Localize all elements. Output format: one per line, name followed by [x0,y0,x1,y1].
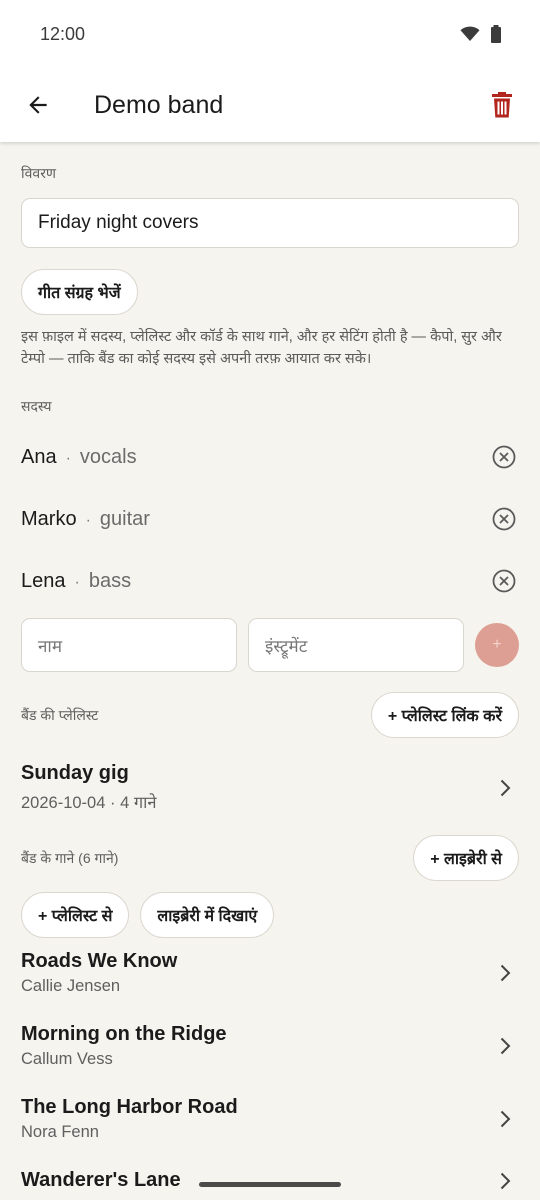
export-songbook-button[interactable]: गीत संग्रह भेजें [21,269,138,315]
show-in-library-button[interactable]: लाइब्रेरी में दिखाएं [140,892,275,938]
add-from-library-button[interactable]: + लाइब्रेरी से [413,835,519,881]
song-artist: Callum Vess [21,1050,113,1068]
member-separator: · [74,573,80,591]
add-member-button[interactable]: + [475,623,519,667]
description-label: विवरण [21,165,57,181]
member-name-input[interactable]: नाम [21,618,237,672]
song-title: Wanderer's Lane [21,1169,181,1191]
wifi-icon [460,26,480,41]
songs-list: Roads We Know Callie Jensen Morning on t… [21,950,519,1192]
remove-circle-icon[interactable] [491,568,517,594]
playlists-label: बैंड की प्लेलिस्ट [21,706,99,723]
battery-icon [491,25,501,43]
remove-circle-icon[interactable] [491,506,517,532]
songs-header: बैंड के गाने (6 गाने) + लाइब्रेरी से [21,835,519,881]
member-instrument-input[interactable]: इंस्ट्रूमेंट [248,618,464,672]
delete-button[interactable] [484,87,520,123]
member-instrument: vocals [79,445,137,468]
chevron-right-icon [500,1172,511,1189]
add-member-row: नाम इंस्ट्रूमेंट + [21,618,519,672]
content: विवरण Friday night covers गीत संग्रह भेज… [0,164,540,1192]
playlist-title: Sunday gig [21,762,129,784]
songs-label: बैंड के गाने (6 गाने) [21,849,119,866]
member-name: Ana [21,445,57,468]
members-label: सदस्य [21,398,52,414]
link-playlist-button[interactable]: + प्लेलिस्ट लिंक करें [370,692,519,738]
member-row: Marko · guitar [21,488,519,550]
member-name: Lena [21,569,66,592]
status-bar: 12:00 [0,0,540,68]
song-title: The Long Harbor Road [21,1096,238,1118]
chevron-right-icon [500,1110,511,1128]
status-icons [460,25,502,43]
song-artist: Callie Jensen [21,977,121,995]
song-item[interactable]: Morning on the Ridge Callum Vess [21,1023,519,1069]
arrow-back-icon [29,96,47,114]
member-row: Lena · bass [21,550,519,612]
song-artist: Nora Fenn [21,1123,99,1141]
song-title: Roads We Know [21,950,178,972]
song-item[interactable]: Wanderer's Lane [21,1169,519,1192]
playlists-header: बैंड की प्लेलिस्ट + प्लेलिस्ट लिंक करें [21,692,519,738]
app-bar: Demo band [0,68,540,142]
chevron-right-icon [500,779,511,796]
add-from-playlist-button[interactable]: + प्लेलिस्ट से [21,892,130,938]
trash-icon [492,92,512,118]
playlist-item[interactable]: Sunday gig 2026-10-04 · 4 गाने [21,762,519,813]
songs-actions: + प्लेलिस्ट से लाइब्रेरी में दिखाएं [21,892,519,938]
chevron-right-icon [500,1037,511,1055]
song-item[interactable]: Roads We Know Callie Jensen [21,950,519,996]
chevron-right-icon [500,964,511,982]
export-helper-text: इस फ़ाइल में सदस्य, प्लेलिस्ट और कॉर्ड क… [21,329,502,367]
home-indicator[interactable] [199,1182,341,1187]
member-instrument: guitar [99,507,150,530]
members-list: Ana · vocals Marko · guitar Lena · bass [21,426,519,612]
member-name: Marko [21,507,77,530]
song-item[interactable]: The Long Harbor Road Nora Fenn [21,1096,519,1142]
song-title: Morning on the Ridge [21,1023,227,1045]
member-row: Ana · vocals [21,426,519,488]
back-button[interactable] [20,87,56,123]
member-separator: · [85,511,91,529]
member-instrument: bass [88,569,132,592]
member-separator: · [65,449,71,467]
description-field[interactable]: Friday night covers [21,198,519,248]
status-time: 12:00 [40,23,86,44]
playlist-subtitle: 2026-10-04 · 4 गाने [21,794,157,812]
remove-circle-icon[interactable] [491,444,517,470]
page-title: Demo band [94,90,224,119]
